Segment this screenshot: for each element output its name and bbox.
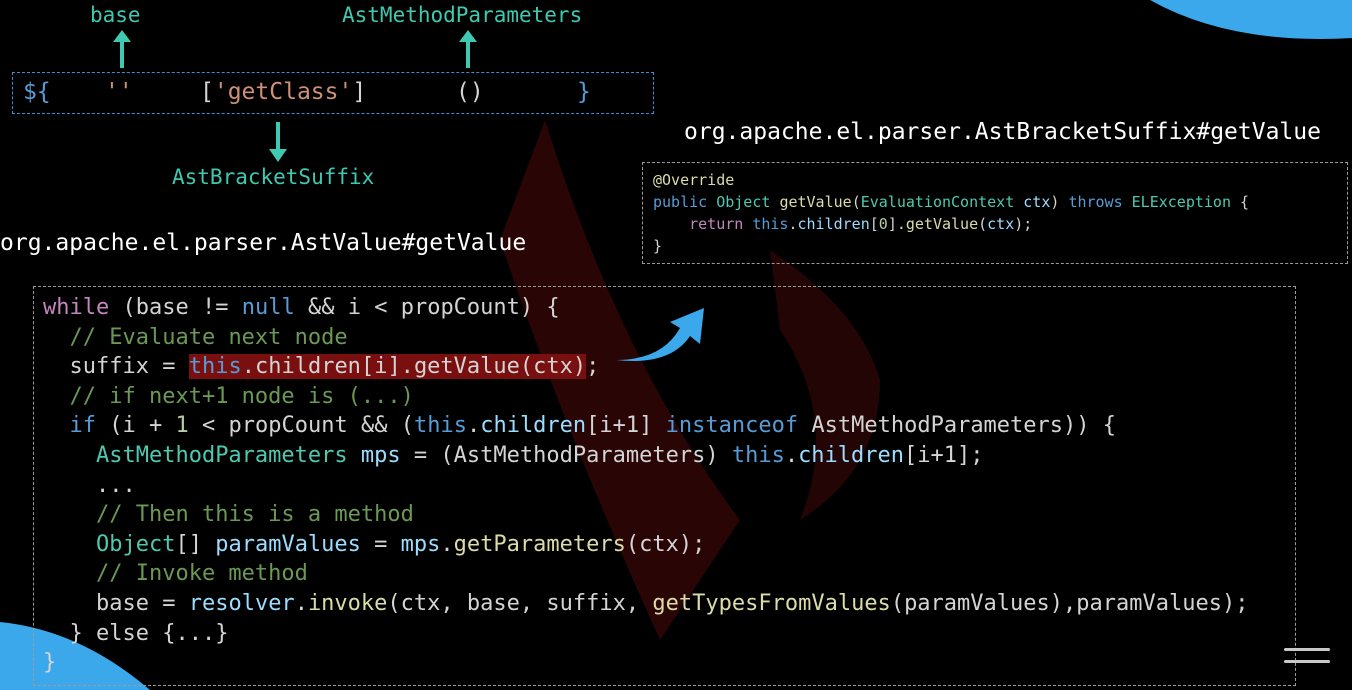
label-ast-bracket-suffix: AstBracketSuffix [172,165,375,189]
up-arrow-icon [113,30,131,68]
expr-close: } [577,79,591,105]
snippet-line: @Override [653,169,734,191]
code-line: // Evaluate next node [69,324,348,350]
code-line: // if next+1 node is (...) [69,383,414,409]
expr-bracket-string: 'getClass' [213,79,353,105]
code-line: Object[] paramValues = mps.getParameters… [95,531,706,557]
code-line: // Invoke method [95,561,308,587]
code-line: } else {...} [69,620,229,646]
expr-bracket-close: ] [352,79,367,105]
expr-empty-string: '' [105,79,133,105]
expression-box: ${ '' ['getClass'] () } [12,72,654,114]
code-box: while (base != null && i < propCount) { … [33,286,1296,686]
highlighted-call: this.children[i].getValue(ctx) [188,354,587,380]
code-line: ... [95,472,136,498]
expr-parens: () [456,79,484,105]
snippet-line: public Object getValue(EvaluationContext… [653,193,1250,211]
code-line: base = resolver.invoke(ctx, base, suffix… [95,591,1249,616]
title-ast-value: org.apache.el.parser.AstValue#getValue [0,230,527,256]
hamburger-menu-icon[interactable] [1282,645,1332,669]
expr-bracket-open: [ [200,79,214,105]
code-line: } [43,650,57,676]
label-ast-method-parameters: AstMethodParameters [342,3,583,27]
corner-blob-top-right [1150,0,1352,39]
snippet-line: } [653,237,663,255]
code-line: while (base != null && i < propCount) { [43,295,560,320]
label-base: base [90,3,141,27]
code-line: suffix = this.children[i].getValue(ctx); [69,354,600,380]
snippet-line: return this.children[0].getValue(ctx); [689,215,1033,233]
code-line: if (i + 1 < propCount && (this.children[… [69,413,1117,439]
expr-open: ${ [23,79,51,105]
code-line: AstMethodParameters mps = (AstMethodPara… [95,443,984,468]
up-arrow-icon [459,30,477,68]
code-line: // Then this is a method [95,502,414,528]
expr-bracket: ['getClass'] [200,79,366,105]
title-bracket-suffix: org.apache.el.parser.AstBracketSuffix#ge… [684,119,1321,145]
annotation: @Override [653,171,735,189]
snippet-box: @Override public Object getValue(Evaluat… [642,162,1348,264]
down-arrow-icon [269,122,287,162]
